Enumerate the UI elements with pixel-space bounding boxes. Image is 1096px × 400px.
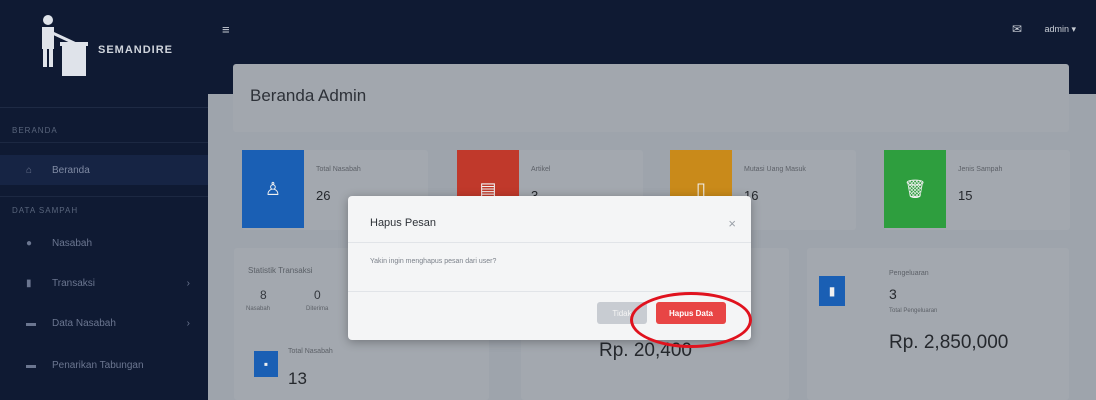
modal-divider [348, 242, 751, 243]
expense-value: 3 [889, 286, 897, 302]
sidebar-item-penarikan[interactable]: ▬ Penarikan Tabungan [0, 350, 208, 380]
modal-message: Yakin ingin menghapus pesan dari user? [370, 258, 497, 265]
page-title: Beranda Admin [250, 86, 367, 105]
brand[interactable]: SEMANDIRE [0, 0, 208, 108]
stat-card-jenis-sampah[interactable]: 🗑 Jenis Sampah 15 [884, 150, 1070, 230]
user-icon: ▪ [254, 351, 278, 377]
sidebar: SEMANDIRE BERANDA ⌂ Beranda DATA SAMPAH … [0, 0, 208, 400]
sidebar-item-beranda[interactable]: ⌂ Beranda [0, 155, 208, 185]
sidebar-heading-main: BERANDA [12, 126, 58, 135]
mail-icon[interactable]: ✉ [1012, 22, 1022, 36]
sidebar-item-data-nasabah[interactable]: ▬ Data Nasabah › [0, 308, 208, 338]
sidebar-item-nasabah[interactable]: ● Nasabah [0, 228, 208, 258]
sidebar-item-label: Beranda [52, 164, 90, 176]
transaction-icon: ▮ [26, 277, 32, 289]
count-label: Nasabah [246, 306, 271, 312]
total-value: 13 [288, 369, 307, 388]
database-icon: ▬ [26, 317, 36, 329]
hamburger-menu-icon[interactable]: ≡ [222, 22, 230, 37]
count-label: Diterima [306, 306, 329, 312]
expense-panel: ▮ Pengeluaran 3 Total Pengeluaran Rp. 2,… [807, 248, 1069, 400]
recycle-person-logo-icon [42, 15, 88, 76]
page-header: Beranda Admin [233, 64, 1069, 132]
user-icon: ♙ [242, 150, 304, 228]
home-icon: ⌂ [26, 164, 33, 176]
stat-label: Artikel [531, 166, 551, 173]
stat-value: 15 [958, 188, 973, 203]
expense-title: Pengeluaran [889, 270, 929, 277]
sidebar-item-transaksi[interactable]: ▮ Transaksi › [0, 268, 208, 298]
bag-icon: ▮ [819, 276, 845, 306]
sidebar-item-label: Nasabah [52, 237, 93, 249]
total-label: Total Nasabah [288, 348, 333, 355]
brand-name: SEMANDIRE [98, 44, 174, 56]
modal-title: Hapus Pesan [370, 217, 437, 229]
users-icon: ● [26, 237, 33, 249]
sidebar-divider [0, 142, 208, 143]
annotation-highlight-circle [630, 292, 752, 348]
sidebar-item-label: Penarikan Tabungan [52, 359, 144, 371]
sidebar-item-label: Transaksi [52, 277, 95, 289]
user-menu[interactable]: admin ▾ [1044, 24, 1076, 35]
count-value: 8 [260, 288, 267, 302]
sidebar-divider [0, 196, 208, 197]
expense-amount: Rp. 2,850,000 [889, 332, 1009, 353]
stat-label: Total Nasabah [316, 166, 361, 173]
count-value: 0 [314, 288, 321, 302]
stat-label: Mutasi Uang Masuk [744, 166, 806, 173]
chevron-right-icon: › [186, 317, 190, 329]
trash-icon: 🗑 [884, 150, 946, 228]
panel-title: Statistik Transaksi [248, 266, 313, 275]
close-icon[interactable]: × [728, 216, 736, 231]
stat-label: Jenis Sampah [958, 166, 1003, 173]
stat-value: 26 [316, 188, 331, 203]
expense-sublabel: Total Pengeluaran [889, 308, 938, 314]
sidebar-heading-data: DATA SAMPAH [12, 206, 79, 215]
sidebar-item-label: Data Nasabah [52, 317, 116, 329]
money-icon: ▬ [26, 359, 36, 371]
chevron-right-icon: › [186, 277, 190, 289]
